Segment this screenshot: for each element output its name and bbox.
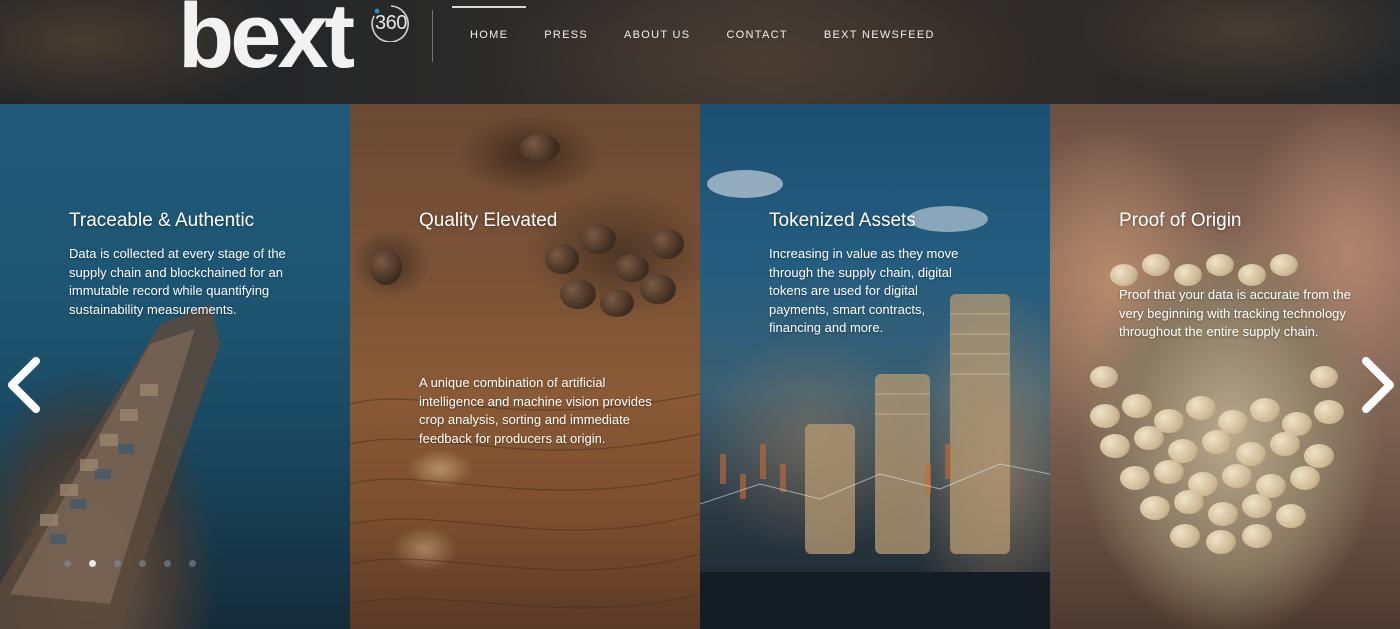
coin-stacks-image — [700, 170, 1050, 554]
feature-panel-proof-of-origin[interactable]: Proof of Origin Proof that your data is … — [1050, 104, 1400, 629]
carousel-next-button[interactable] — [1358, 355, 1398, 415]
panel-title: Tokenized Assets — [769, 210, 916, 231]
carousel-dot-4[interactable] — [139, 560, 146, 567]
nav-press[interactable]: PRESS — [526, 0, 606, 70]
feature-carousel: Traceable & Authentic Data is collected … — [0, 104, 1400, 629]
feature-panel-tokenized[interactable]: Tokenized Assets Increasing in value as … — [700, 104, 1050, 629]
panel-description: Proof that your data is accurate from th… — [1119, 287, 1351, 339]
carousel-dot-3[interactable] — [114, 560, 121, 567]
feature-panel-traceable[interactable]: Traceable & Authentic Data is collected … — [0, 104, 350, 629]
logo-number: 360 — [375, 12, 407, 34]
carousel-dot-5[interactable] — [164, 560, 171, 567]
site-header: bext 360 HOME PRESS ABOUT US CONTACT BEX… — [0, 0, 1400, 104]
panel-description: Data is collected at every stage of the … — [69, 246, 286, 317]
panel-description: Increasing in value as they move through… — [769, 246, 959, 335]
chevron-left-icon — [8, 357, 40, 413]
carousel-dot-2[interactable] — [89, 560, 96, 567]
nav-bext-newsfeed[interactable]: BEXT NEWSFEED — [806, 0, 953, 70]
nav-contact[interactable]: CONTACT — [708, 0, 805, 70]
main-nav: HOME PRESS ABOUT US CONTACT BEXT NEWSFEE… — [452, 0, 953, 70]
panel-title: Traceable & Authentic — [69, 210, 255, 231]
carousel-prev-button[interactable] — [4, 355, 44, 415]
chevron-right-icon — [1362, 357, 1394, 413]
carousel-pagination — [64, 560, 196, 567]
panel-footer-shade — [700, 572, 1050, 629]
panel-description: A unique combination of artificial intel… — [419, 375, 652, 446]
header-divider — [432, 10, 433, 62]
logo-word: bext — [178, 0, 355, 87]
carousel-dot-1[interactable] — [64, 560, 71, 567]
nav-home[interactable]: HOME — [452, 0, 527, 70]
carousel-dot-6[interactable] — [189, 560, 196, 567]
nav-about-us[interactable]: ABOUT US — [606, 0, 708, 70]
bext360-logo[interactable]: bext 360 — [178, 0, 428, 87]
panel-title: Quality Elevated — [419, 210, 558, 231]
feature-panel-quality[interactable]: Quality Elevated A unique combination of… — [350, 104, 700, 629]
cargo-ship-image — [0, 304, 220, 629]
panel-title: Proof of Origin — [1119, 210, 1242, 231]
